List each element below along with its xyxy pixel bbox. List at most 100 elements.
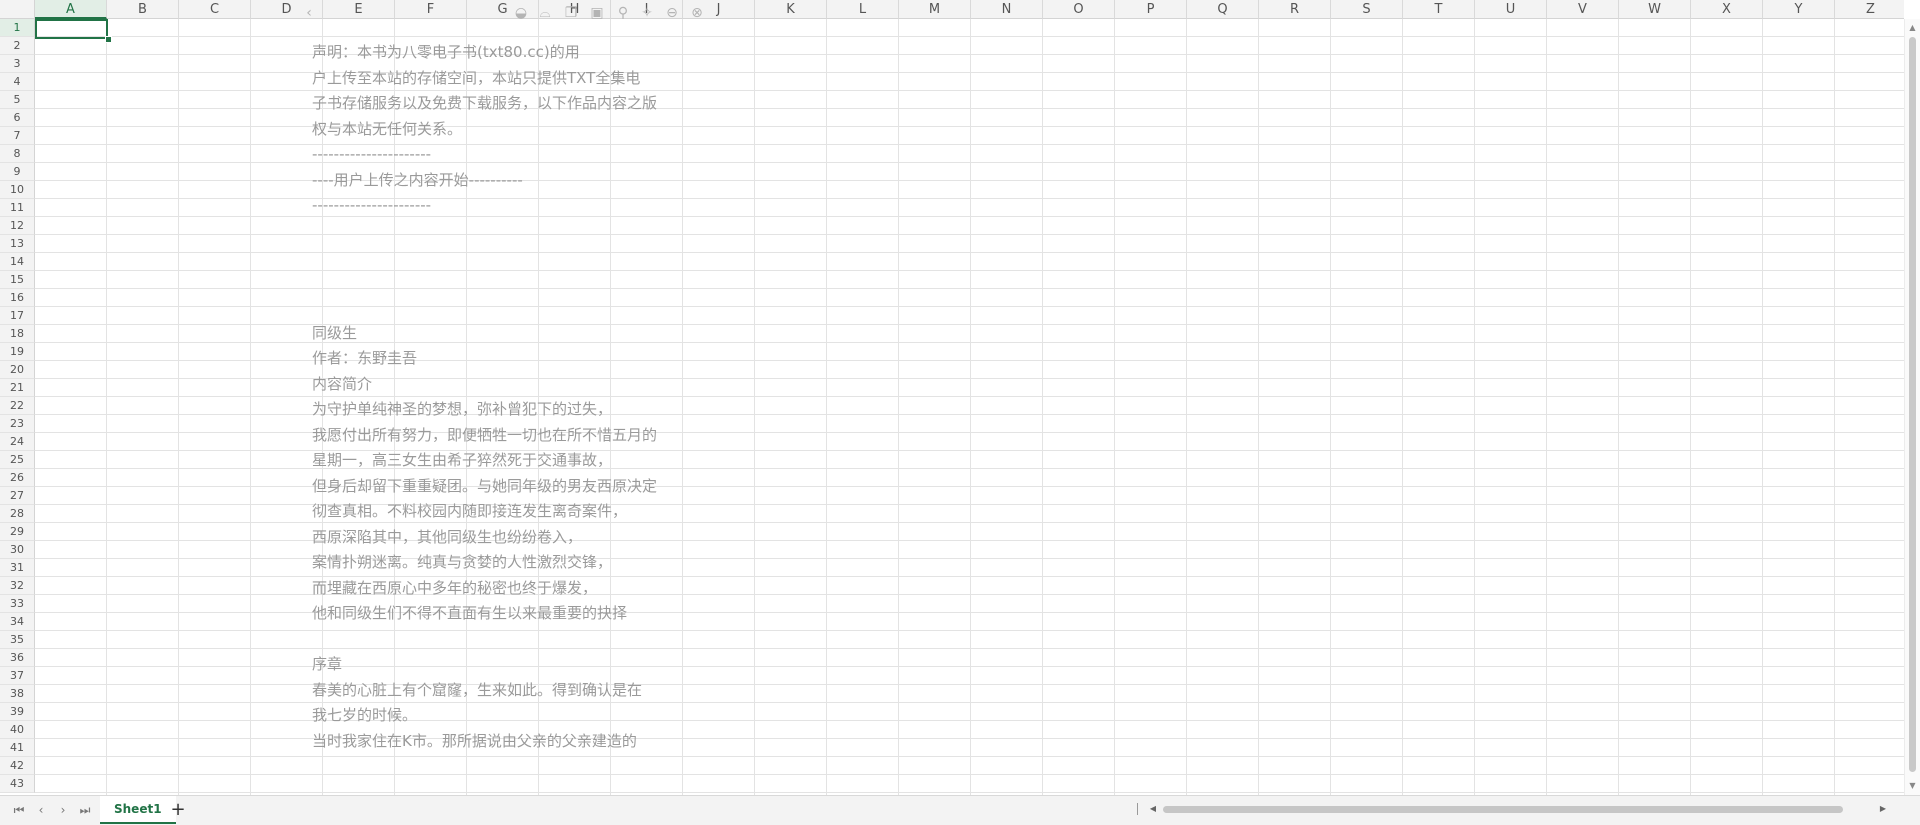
- sheet-tab-sheet1[interactable]: Sheet1: [100, 796, 176, 824]
- column-header-m[interactable]: M: [899, 0, 971, 19]
- row-header-25[interactable]: 25: [0, 451, 35, 469]
- text-line: 他和同级生们不得不直面有生以来最重要的抉择: [312, 604, 628, 622]
- horizontal-scroll-thumb[interactable]: [1163, 806, 1843, 813]
- next-sheet-button[interactable]: ›: [54, 801, 72, 819]
- row-header-9[interactable]: 9: [0, 163, 35, 181]
- row-header-32[interactable]: 32: [0, 577, 35, 595]
- row-header-39[interactable]: 39: [0, 703, 35, 721]
- row-header-29[interactable]: 29: [0, 523, 35, 541]
- row-header-42[interactable]: 42: [0, 757, 35, 775]
- scroll-left-arrow-icon[interactable]: ◀: [1147, 802, 1159, 816]
- column-header-q[interactable]: Q: [1187, 0, 1259, 19]
- row-header-1[interactable]: 1: [0, 19, 35, 37]
- sparkle-icon[interactable]: ✧: [638, 3, 656, 23]
- row-header-3[interactable]: 3: [0, 55, 35, 73]
- column-header-a[interactable]: A: [35, 0, 107, 19]
- row-header-22[interactable]: 22: [0, 397, 35, 415]
- text-line: 彻查真相。不料校园内随即接连发生离奇案件，: [312, 502, 628, 520]
- text-line: 作者：东野圭吾: [312, 349, 418, 367]
- row-header-30[interactable]: 30: [0, 541, 35, 559]
- column-header-w[interactable]: W: [1619, 0, 1691, 19]
- row-header-28[interactable]: 28: [0, 505, 35, 523]
- row-header-6[interactable]: 6: [0, 109, 35, 127]
- scroll-separator: [1137, 803, 1138, 815]
- crop-icon[interactable]: ⌓: [536, 3, 554, 23]
- row-header-12[interactable]: 12: [0, 217, 35, 235]
- row-header-38[interactable]: 38: [0, 685, 35, 703]
- row-header-43[interactable]: 43: [0, 775, 35, 793]
- row-header-15[interactable]: 15: [0, 271, 35, 289]
- column-header-e[interactable]: E: [323, 0, 395, 19]
- pin-icon[interactable]: ⚲: [614, 3, 632, 23]
- close-circle-icon[interactable]: ⊗: [688, 3, 706, 23]
- row-header-31[interactable]: 31: [0, 559, 35, 577]
- column-header-n[interactable]: N: [971, 0, 1043, 19]
- row-header-24[interactable]: 24: [0, 433, 35, 451]
- row-header-27[interactable]: 27: [0, 487, 35, 505]
- text-line: 星期一，高三女生由希子猝然死于交通事故，: [312, 451, 613, 469]
- spreadsheet-grid[interactable]: ABCDEFGHIJKLMNOPQRSTUVWXYZ 1 2 3 4 5 6 7 8 9 10 11…: [0, 0, 1904, 795]
- select-all-corner[interactable]: [0, 0, 35, 19]
- row-header-13[interactable]: 13: [0, 235, 35, 253]
- row-header-34[interactable]: 34: [0, 613, 35, 631]
- row-header-5[interactable]: 5: [0, 91, 35, 109]
- last-sheet-button[interactable]: ⏭: [76, 801, 94, 819]
- minus-circle-icon[interactable]: ⊖: [663, 3, 681, 23]
- text-line: ----用户上传之内容开始----------: [312, 170, 523, 189]
- column-header-r[interactable]: R: [1259, 0, 1331, 19]
- column-header-l[interactable]: L: [827, 0, 899, 19]
- column-header-p[interactable]: P: [1115, 0, 1187, 19]
- scroll-right-arrow-icon[interactable]: ▶: [1877, 802, 1889, 816]
- row-header-26[interactable]: 26: [0, 469, 35, 487]
- copy-icon[interactable]: ❐: [562, 3, 580, 23]
- row-header-17[interactable]: 17: [0, 307, 35, 325]
- text-line: 春美的心脏上有个窟窿，生来如此。得到确认是在: [312, 680, 643, 699]
- scroll-up-arrow-icon[interactable]: ▲: [1905, 21, 1920, 35]
- first-sheet-button[interactable]: ⏮: [10, 801, 28, 819]
- row-header-19[interactable]: 19: [0, 343, 35, 361]
- row-header-33[interactable]: 33: [0, 595, 35, 613]
- row-header-16[interactable]: 16: [0, 289, 35, 307]
- row-header-14[interactable]: 14: [0, 253, 35, 271]
- column-header-o[interactable]: O: [1043, 0, 1115, 19]
- row-header-2[interactable]: 2: [0, 37, 35, 55]
- row-header-41[interactable]: 41: [0, 739, 35, 757]
- column-header-y[interactable]: Y: [1763, 0, 1835, 19]
- vertical-scroll-thumb[interactable]: [1909, 37, 1916, 772]
- image-icon[interactable]: ▣: [588, 3, 606, 23]
- row-header-20[interactable]: 20: [0, 361, 35, 379]
- row-header-21[interactable]: 21: [0, 379, 35, 397]
- column-header-t[interactable]: T: [1403, 0, 1475, 19]
- column-header-v[interactable]: V: [1547, 0, 1619, 19]
- chevron-left-icon[interactable]: ‹: [300, 3, 318, 23]
- row-header-11[interactable]: 11: [0, 199, 35, 217]
- fill-handle[interactable]: [105, 36, 112, 43]
- row-header-10[interactable]: 10: [0, 181, 35, 199]
- text-line: 权与本站无任何关系。: [312, 119, 463, 138]
- column-header-z[interactable]: Z: [1835, 0, 1904, 19]
- row-header-40[interactable]: 40: [0, 721, 35, 739]
- row-header-8[interactable]: 8: [0, 145, 35, 163]
- column-header-f[interactable]: F: [395, 0, 467, 19]
- row-header-4[interactable]: 4: [0, 73, 35, 91]
- row-header-7[interactable]: 7: [0, 127, 35, 145]
- row-header-18[interactable]: 18: [0, 325, 35, 343]
- horizontal-scroll-track[interactable]: [1163, 806, 1843, 813]
- scroll-down-arrow-icon[interactable]: ▼: [1905, 779, 1920, 793]
- row-header-35[interactable]: 35: [0, 631, 35, 649]
- row-header-23[interactable]: 23: [0, 415, 35, 433]
- column-header-x[interactable]: X: [1691, 0, 1763, 19]
- add-sheet-button[interactable]: +: [168, 800, 188, 820]
- row-header-36[interactable]: 36: [0, 649, 35, 667]
- row-header-37[interactable]: 37: [0, 667, 35, 685]
- vertical-scrollbar[interactable]: ▲ ▼: [1904, 19, 1920, 795]
- column-header-u[interactable]: U: [1475, 0, 1547, 19]
- text-line: ----------------------: [312, 196, 432, 214]
- prev-sheet-button[interactable]: ‹: [32, 801, 50, 819]
- selected-cell-a1[interactable]: [35, 19, 108, 39]
- column-header-c[interactable]: C: [179, 0, 251, 19]
- column-header-s[interactable]: S: [1331, 0, 1403, 19]
- column-header-b[interactable]: B: [107, 0, 179, 19]
- half-circle-icon[interactable]: ◒: [512, 3, 530, 23]
- column-header-k[interactable]: K: [755, 0, 827, 19]
